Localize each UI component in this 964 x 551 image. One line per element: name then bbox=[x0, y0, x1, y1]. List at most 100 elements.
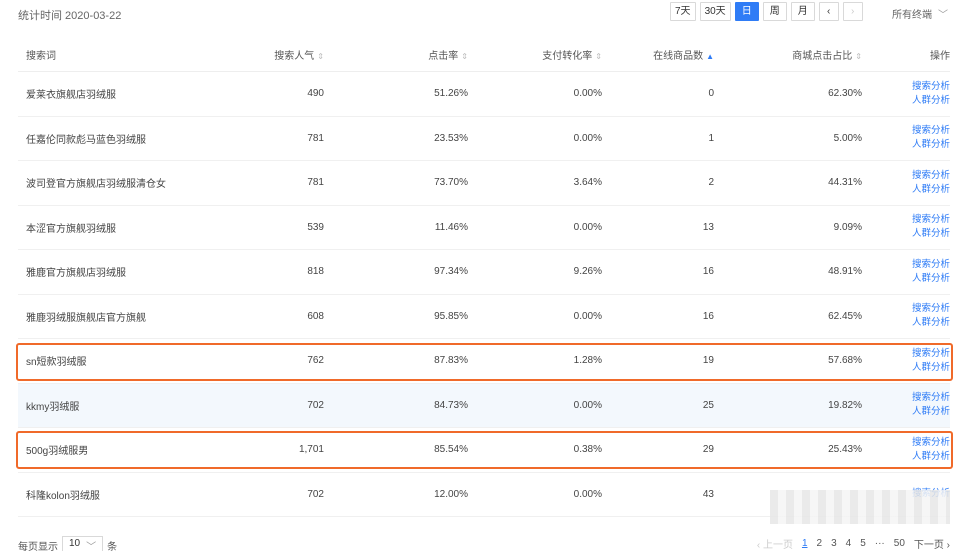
cell-keyword: 雅鹿官方旗舰店羽绒服 bbox=[26, 268, 126, 280]
search-analysis-link[interactable]: 搜索分析 bbox=[912, 213, 950, 227]
table-body: 爱莱衣旗舰店羽绒服 490 51.26% 0.00% 0 62.30% 搜索分析 人群分析 任嘉… bbox=[18, 72, 950, 517]
sort-icon[interactable]: ⇕ bbox=[855, 52, 862, 61]
crowd-analysis-link[interactable]: 人群分析 bbox=[912, 272, 950, 286]
col-online-products[interactable]: 在线商品数 ▲ bbox=[602, 47, 714, 62]
sort-asc-icon[interactable]: ▲ bbox=[706, 52, 714, 61]
search-analysis-link[interactable]: 搜索分析 bbox=[912, 302, 950, 316]
stat-time: 统计时间 2020-03-22 bbox=[18, 10, 122, 22]
sort-icon[interactable]: ⇕ bbox=[461, 52, 468, 61]
cell-keyword: sn短款羽绒服 bbox=[26, 357, 87, 369]
range-week-button[interactable]: 周 bbox=[762, 2, 787, 21]
cell-ops: 搜索分析 人群分析 bbox=[862, 391, 950, 419]
page-5-button[interactable]: 5 bbox=[860, 538, 866, 549]
range-7d-button[interactable]: 7天 bbox=[670, 2, 696, 21]
cell-click-rate: 85.54% bbox=[434, 444, 468, 456]
range-day-button[interactable]: 日 bbox=[734, 2, 759, 21]
cell-click-rate: 11.46% bbox=[434, 221, 468, 233]
crowd-analysis-link[interactable]: 人群分析 bbox=[912, 227, 950, 241]
prev-page-button[interactable]: ‹ 上一页 bbox=[757, 536, 793, 551]
col-pay-rate[interactable]: 支付转化率 ⇕ bbox=[468, 47, 602, 62]
cell-mall-click: 57.68% bbox=[828, 355, 862, 367]
terminal-label: 所有终端 bbox=[892, 10, 932, 21]
cell-popularity: 608 bbox=[307, 310, 324, 322]
crowd-analysis-link[interactable]: 人群分析 bbox=[912, 94, 950, 108]
page-last-button[interactable]: 50 bbox=[894, 538, 905, 549]
chevron-down-icon: ﹀ bbox=[86, 542, 97, 551]
crowd-analysis-link[interactable]: 人群分析 bbox=[912, 316, 950, 330]
cell-ops: 搜索分析 人群分析 bbox=[862, 124, 950, 152]
table-footer: 每页显示 10 ﹀ 条 ‹ 上一页 1 2 3 4 5 ··· 50 下一页 › bbox=[18, 532, 950, 551]
range-30d-button[interactable]: 30天 bbox=[699, 2, 731, 21]
page-3-button[interactable]: 3 bbox=[831, 538, 837, 549]
cell-keyword: 科隆kolon羽绒服 bbox=[26, 490, 100, 502]
crowd-analysis-link[interactable]: 人群分析 bbox=[912, 183, 950, 197]
cell-click-rate: 23.53% bbox=[434, 132, 468, 144]
cell-popularity: 490 bbox=[307, 88, 324, 100]
cell-mall-click: 5.00% bbox=[833, 132, 862, 144]
cell-online-products: 16 bbox=[702, 310, 714, 322]
cell-pay-rate: 0.00% bbox=[573, 88, 602, 100]
chevron-down-icon: ﹀ bbox=[938, 10, 948, 21]
cell-online-products: 1 bbox=[708, 132, 714, 144]
table-row: sn短款羽绒服 762 87.83% 1.28% 19 57.68% 搜索分析 人群分析 bbox=[18, 339, 950, 384]
page-1-button[interactable]: 1 bbox=[802, 538, 808, 549]
col-popularity[interactable]: 搜索人气 ⇕ bbox=[252, 47, 324, 62]
cell-mall-click: 44.31% bbox=[828, 177, 862, 189]
top-bar: 统计时间 2020-03-22 7天 30天 日 周 月 ‹ › 所有终端 ﹀ bbox=[0, 0, 964, 30]
crowd-analysis-link[interactable]: 人群分析 bbox=[912, 405, 950, 419]
search-analysis-link[interactable]: 搜索分析 bbox=[912, 347, 950, 361]
cell-ops: 搜索分析 人群分析 bbox=[862, 169, 950, 197]
search-analysis-link[interactable]: 搜索分析 bbox=[912, 436, 950, 450]
search-analysis-link[interactable]: 搜索分析 bbox=[912, 80, 950, 94]
range-month-button[interactable]: 月 bbox=[790, 2, 815, 21]
table-row: 波司登官方旗舰店羽绒服清仓女 781 73.70% 3.64% 2 44.31% 搜索分析人… bbox=[18, 161, 950, 206]
cell-ops: 搜索分析 人群分析 bbox=[862, 258, 950, 286]
crowd-analysis-link[interactable]: 人群分析 bbox=[912, 450, 950, 464]
per-page-select[interactable]: 10 ﹀ bbox=[62, 536, 104, 551]
cell-online-products: 13 bbox=[702, 221, 714, 233]
cell-online-products: 29 bbox=[702, 444, 714, 456]
pagination: ‹ 上一页 1 2 3 4 5 ··· 50 下一页 › bbox=[757, 536, 950, 551]
cell-online-products: 16 bbox=[702, 266, 714, 278]
sort-icon[interactable]: ⇕ bbox=[595, 52, 602, 61]
cell-ops: 搜索分析 人群分析 bbox=[862, 302, 950, 330]
crowd-analysis-link[interactable]: 人群分析 bbox=[912, 361, 950, 375]
cell-click-rate: 95.85% bbox=[434, 310, 468, 322]
cell-pay-rate: 0.00% bbox=[573, 310, 602, 322]
table-row: 雅鹿官方旗舰店羽绒服 818 97.34% 9.26% 16 48.91% 搜索分析 人群分析 bbox=[18, 250, 950, 295]
cell-click-rate: 84.73% bbox=[434, 399, 468, 411]
ellipsis: ··· bbox=[874, 538, 885, 549]
search-term-table: 搜索词 搜索人气 ⇕ 点击率 ⇕ 支付转化率 ⇕ 在线商品数 ▲ 商城点击占比 ⇕ 操作 … bbox=[18, 38, 950, 517]
cell-ops: 搜索分析 人群分析 bbox=[862, 347, 950, 375]
search-analysis-link[interactable]: 搜索分析 bbox=[912, 124, 950, 138]
next-page-button[interactable]: 下一页 › bbox=[914, 536, 950, 551]
page-2-button[interactable]: 2 bbox=[817, 538, 823, 549]
page-4-button[interactable]: 4 bbox=[846, 538, 852, 549]
terminal-dropdown[interactable]: 所有终端 ﹀ bbox=[892, 6, 948, 21]
col-click-rate[interactable]: 点击率 ⇕ bbox=[324, 47, 468, 62]
cell-click-rate: 87.83% bbox=[434, 355, 468, 367]
table-row: 爱莱衣旗舰店羽绒服 490 51.26% 0.00% 0 62.30% 搜索分析 人群分析 bbox=[18, 72, 950, 117]
cell-keyword: 本涩官方旗舰羽绒服 bbox=[26, 223, 116, 235]
cell-online-products: 0 bbox=[708, 88, 714, 100]
cell-mall-click: 62.30% bbox=[828, 88, 862, 100]
cell-pay-rate: 1.28% bbox=[573, 355, 602, 367]
table-header: 搜索词 搜索人气 ⇕ 点击率 ⇕ 支付转化率 ⇕ 在线商品数 ▲ 商城点击占比 ⇕ 操作 bbox=[18, 38, 950, 72]
cell-pay-rate: 9.26% bbox=[573, 266, 602, 278]
cell-online-products: 19 bbox=[702, 355, 714, 367]
search-analysis-link[interactable]: 搜索分析 bbox=[912, 391, 950, 405]
prev-date-button[interactable]: ‹ bbox=[818, 2, 839, 21]
crowd-analysis-link[interactable]: 人群分析 bbox=[912, 138, 950, 152]
cell-popularity: 702 bbox=[307, 399, 324, 411]
next-date-button[interactable]: › bbox=[842, 2, 863, 21]
cell-popularity: 818 bbox=[307, 266, 324, 278]
search-analysis-link[interactable]: 搜索分析 bbox=[912, 169, 950, 183]
sort-icon[interactable]: ⇕ bbox=[317, 52, 324, 61]
search-analysis-link[interactable]: 搜索分析 bbox=[912, 258, 950, 272]
cell-popularity: 702 bbox=[307, 488, 324, 500]
col-mall-click[interactable]: 商城点击占比 ⇕ bbox=[714, 47, 862, 62]
cell-ops: 搜索分析 人群分析 bbox=[862, 436, 950, 464]
cell-online-products: 25 bbox=[702, 399, 714, 411]
cell-pay-rate: 0.00% bbox=[573, 221, 602, 233]
cell-popularity: 781 bbox=[307, 177, 324, 189]
